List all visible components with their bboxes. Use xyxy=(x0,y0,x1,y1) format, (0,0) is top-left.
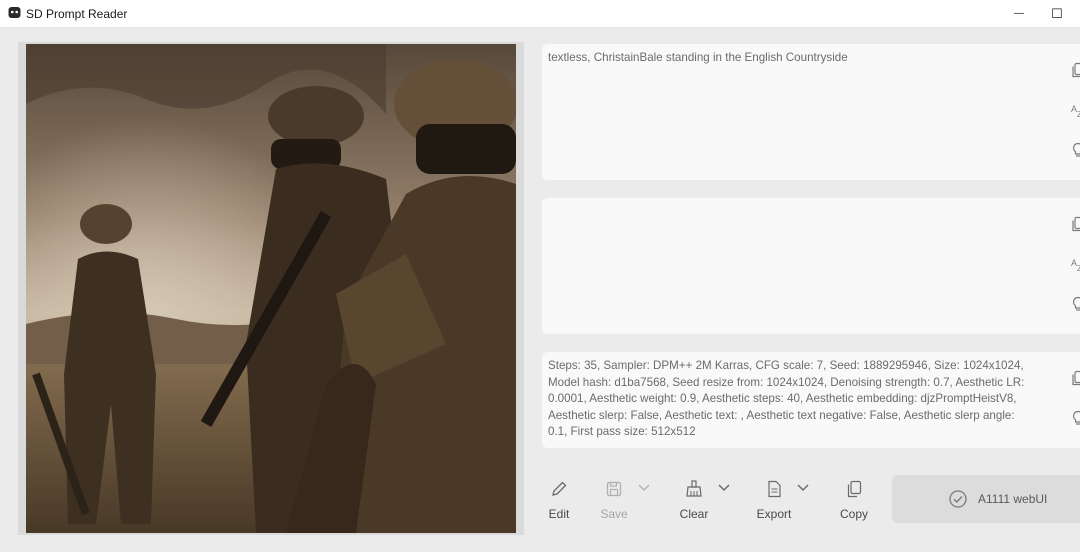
settings-text: Steps: 35, Sampler: DPM++ 2M Karras, CFG… xyxy=(548,359,1025,438)
copy-icon[interactable] xyxy=(1070,370,1080,386)
save-dropdown-chevron-down-icon[interactable] xyxy=(637,483,651,493)
sort-icon[interactable]: A Z xyxy=(1070,256,1080,272)
copy-icon xyxy=(847,480,862,498)
clear-label: Clear xyxy=(679,507,709,521)
lightbulb-icon[interactable] xyxy=(1070,410,1080,426)
edit-label: Edit xyxy=(548,507,570,521)
sort-icon[interactable]: A Z xyxy=(1070,102,1080,118)
settings-box[interactable]: Steps: 35, Sampler: DPM++ 2M Karras, CFG… xyxy=(542,352,1080,448)
export-button[interactable]: Export xyxy=(754,480,794,530)
positive-prompt-box[interactable]: textless, ChristainBale standing in the … xyxy=(542,44,1080,180)
broom-icon xyxy=(686,480,702,497)
save-label: Save xyxy=(600,507,628,521)
soldiers-image xyxy=(26,44,516,533)
floppy-icon xyxy=(606,481,622,497)
edit-button[interactable]: Edit xyxy=(544,480,574,530)
format-button[interactable]: A1111 webUI xyxy=(892,475,1080,523)
document-icon xyxy=(768,480,781,498)
save-button[interactable]: Save xyxy=(598,480,630,530)
copy-button[interactable]: Copy xyxy=(838,480,870,530)
maximize-button[interactable]: ☐ xyxy=(1034,0,1080,27)
positive-prompt-text: textless, ChristainBale standing in the … xyxy=(548,51,848,64)
negative-prompt-box[interactable]: A Z xyxy=(542,198,1080,334)
image-preview-panel[interactable] xyxy=(18,42,524,535)
window-title: SD Prompt Reader xyxy=(26,7,128,21)
title-bar: SD Prompt Reader — ☐ xyxy=(0,0,1080,28)
app-logo-icon xyxy=(8,7,21,18)
clear-button[interactable]: Clear xyxy=(678,480,710,530)
pencil-icon xyxy=(552,481,567,496)
minimize-icon: — xyxy=(1014,8,1024,19)
copy-icon[interactable] xyxy=(1070,62,1080,78)
copy-label: Copy xyxy=(839,507,868,521)
format-label: A1111 webUI xyxy=(978,492,1048,506)
lightbulb-icon[interactable] xyxy=(1070,296,1080,312)
export-label: Export xyxy=(756,507,792,521)
check-circle-icon xyxy=(949,490,967,508)
copy-icon[interactable] xyxy=(1070,216,1080,232)
maximize-icon: ☐ xyxy=(1051,5,1063,21)
generated-image xyxy=(26,44,516,533)
lightbulb-icon[interactable] xyxy=(1070,142,1080,158)
main-content: textless, ChristainBale standing in the … xyxy=(0,28,1080,552)
clear-dropdown-chevron-down-icon[interactable] xyxy=(717,483,731,493)
export-dropdown-chevron-down-icon[interactable] xyxy=(796,483,810,493)
